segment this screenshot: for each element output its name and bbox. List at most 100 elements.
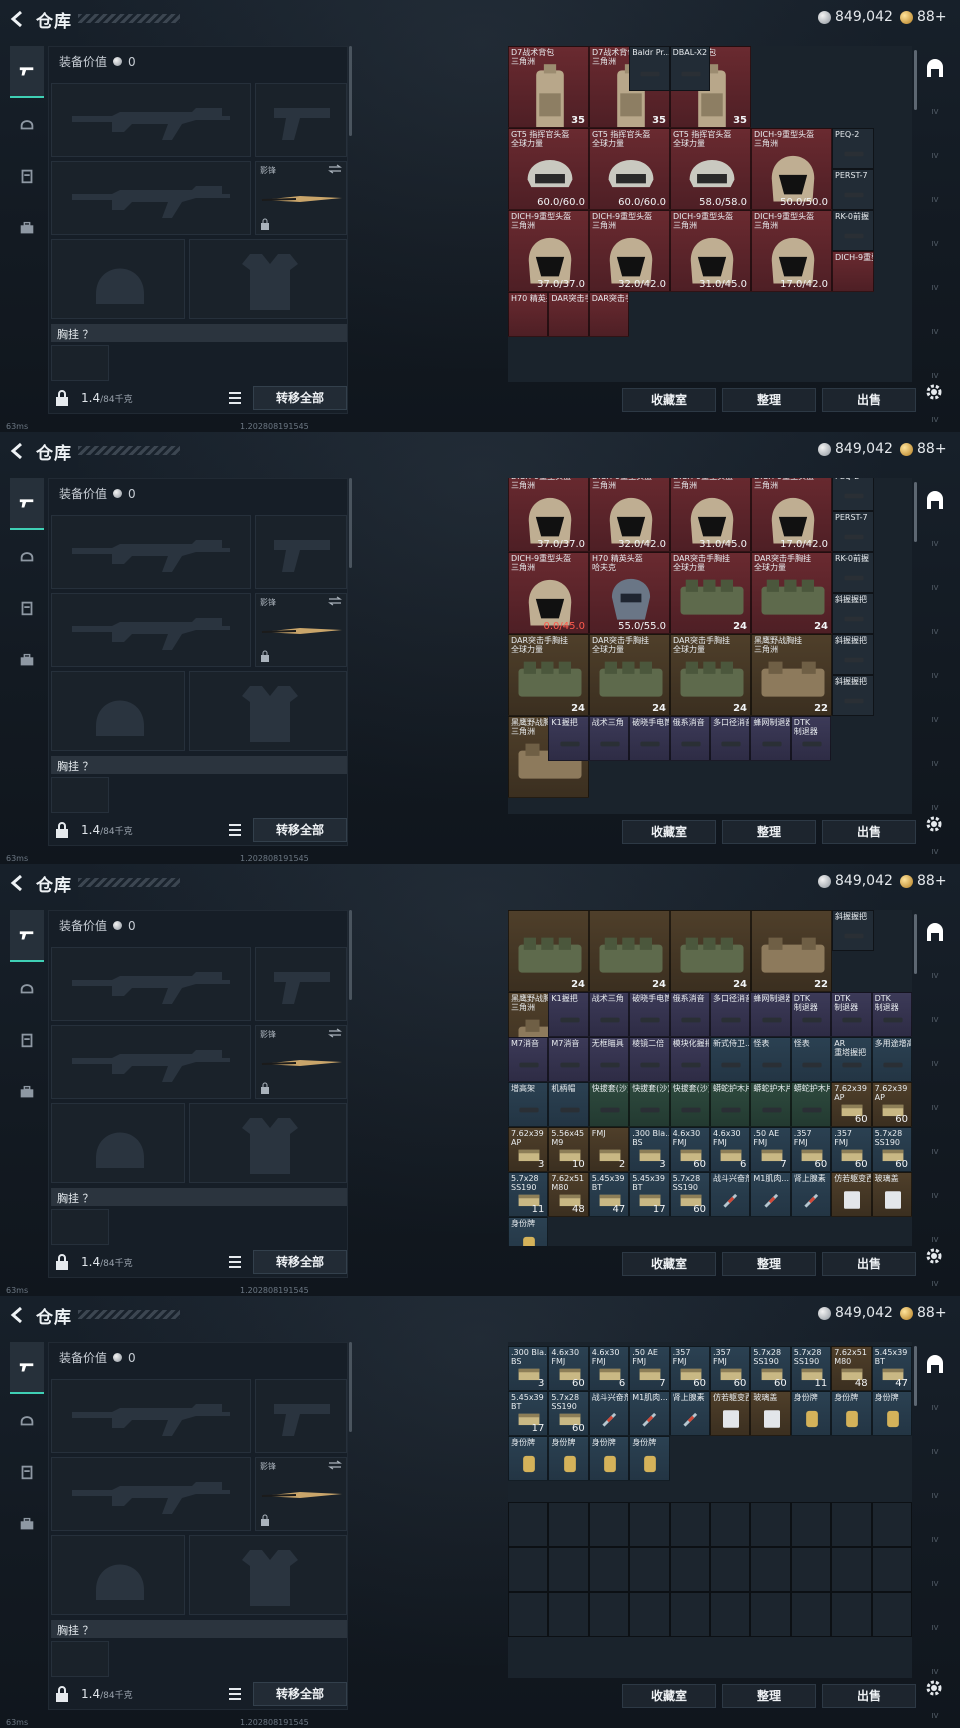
gear-icon[interactable] bbox=[924, 382, 944, 402]
stash-tab[interactable]: IV bbox=[920, 522, 950, 566]
loadout-scrollbar[interactable] bbox=[349, 910, 352, 1000]
stash-tab[interactable]: IV bbox=[920, 998, 950, 1042]
back-arrow-icon[interactable] bbox=[8, 873, 28, 893]
pistol-slot[interactable] bbox=[255, 1379, 347, 1453]
collection-room-button[interactable]: 收藏室 bbox=[622, 1684, 716, 1708]
stash-item[interactable]: M7消音 bbox=[548, 1037, 589, 1082]
stash-item[interactable]: 5.7x28 SS190 60 bbox=[871, 1127, 912, 1172]
stash-item[interactable]: 玻璃盖 bbox=[750, 1391, 791, 1436]
helmet-slot[interactable] bbox=[51, 1535, 185, 1615]
stash-item[interactable]: DICH-9重型头盔 三角洲 31.0/45.0 bbox=[670, 478, 751, 552]
tab-backpack[interactable] bbox=[10, 1066, 44, 1118]
stash-tab[interactable]: IV bbox=[920, 90, 950, 134]
stash-item[interactable]: DICH-9重型头盔 三角洲 0.0/45.0 bbox=[508, 552, 589, 634]
stash-tab[interactable]: IV bbox=[920, 654, 950, 698]
empty-slot[interactable] bbox=[831, 1592, 872, 1637]
stash-item[interactable]: 22 bbox=[751, 910, 832, 992]
stash-item[interactable]: K1握把 bbox=[548, 992, 589, 1037]
stash-item[interactable]: 快拔套(沙) bbox=[588, 1082, 630, 1127]
stash-item[interactable]: 快拔套(沙) bbox=[669, 1082, 710, 1127]
stash-item[interactable]: 破晓手电筒 bbox=[629, 992, 670, 1037]
stash-item[interactable]: D7战术背包 三角洲 35 bbox=[508, 46, 589, 128]
stash-item[interactable]: 5.7x28 SS190 60 bbox=[669, 1172, 710, 1217]
sell-button[interactable]: 出售 bbox=[822, 820, 916, 844]
melee-slot[interactable]: 影锋 bbox=[255, 1457, 347, 1531]
empty-slot[interactable] bbox=[750, 1502, 791, 1547]
stash-item[interactable]: 棱镜二倍 bbox=[629, 1037, 670, 1082]
loadout-scrollbar[interactable] bbox=[349, 478, 352, 568]
stash-item[interactable]: 俄系消音 bbox=[669, 992, 710, 1037]
stash-tab[interactable]: IV bbox=[920, 1386, 950, 1430]
stash-item[interactable]: .357 FMJ 60 bbox=[831, 1127, 872, 1172]
stash-tab[interactable]: IV bbox=[920, 1606, 950, 1650]
stash-item[interactable]: DTK 制退器 bbox=[790, 992, 832, 1037]
stash-item[interactable]: DTK 制退器 bbox=[831, 992, 872, 1037]
tab-all-stash[interactable] bbox=[920, 46, 950, 90]
stash-item[interactable]: 增高架 bbox=[508, 1082, 549, 1127]
stash-item[interactable]: AR 重塔握把 bbox=[831, 1037, 872, 1082]
stash-item[interactable]: 7.62x51 M80 48 bbox=[831, 1346, 872, 1391]
empty-slot[interactable] bbox=[508, 1592, 549, 1637]
stash-item[interactable]: 肾上腺素 bbox=[790, 1172, 832, 1217]
chest-rig-header[interactable]: 胸挂 ？ bbox=[51, 1188, 347, 1206]
stash-item[interactable]: 怪表 bbox=[790, 1037, 832, 1082]
stash-item[interactable]: 7.62x39 AP 3 bbox=[508, 1127, 549, 1172]
stash-item[interactable]: .50 AE FMJ 7 bbox=[750, 1127, 791, 1172]
tab-backpack[interactable] bbox=[10, 202, 44, 254]
stash-item[interactable]: 多口径消音 bbox=[710, 992, 751, 1037]
chest-rig-header[interactable]: 胸挂 ？ bbox=[51, 324, 347, 342]
pistol-slot[interactable] bbox=[255, 83, 347, 157]
gold-currency[interactable]: 88+ bbox=[900, 441, 947, 457]
stash-item[interactable]: 身份牌 bbox=[588, 1436, 630, 1481]
stash-item[interactable]: DICH-9重型头盔 bbox=[832, 251, 874, 292]
loadout-scrollbar[interactable] bbox=[349, 1342, 352, 1432]
tab-armor[interactable] bbox=[10, 962, 44, 1014]
stash-item[interactable]: .357 FMJ 60 bbox=[669, 1346, 710, 1391]
stash-item[interactable]: 怪表 bbox=[750, 1037, 791, 1082]
stash-item[interactable]: DAR突击手胸挂 bbox=[548, 292, 589, 337]
stash-tab[interactable]: IV bbox=[920, 566, 950, 610]
stash-item[interactable]: 新式侍卫... bbox=[710, 1037, 751, 1082]
stash-scrollbar[interactable] bbox=[914, 482, 917, 542]
empty-slot[interactable] bbox=[669, 1502, 710, 1547]
sort-button[interactable]: 整理 bbox=[722, 820, 816, 844]
armor-slot[interactable] bbox=[189, 1535, 347, 1615]
stash-tab[interactable]: IV bbox=[920, 698, 950, 742]
stash-item[interactable]: DTK 制退器 bbox=[790, 716, 832, 761]
armor-slot[interactable] bbox=[189, 239, 347, 319]
stash-item[interactable]: 24 bbox=[670, 910, 751, 992]
stash-item[interactable]: 黑鹰野战胸挂 三角洲 22 bbox=[751, 634, 832, 716]
swap-icon[interactable] bbox=[328, 1460, 342, 1470]
stash-item[interactable]: .300 Bla... BS 3 bbox=[508, 1346, 549, 1391]
stash-item[interactable]: PEQ-2 bbox=[832, 128, 874, 169]
stash-item[interactable]: 破晓手电筒 bbox=[629, 716, 670, 761]
empty-slot[interactable] bbox=[831, 1502, 872, 1547]
stash-tab[interactable]: IV bbox=[920, 1262, 950, 1296]
stash-item[interactable]: 斜握握把 bbox=[832, 634, 874, 675]
back-arrow-icon[interactable] bbox=[8, 9, 28, 29]
gear-icon[interactable] bbox=[924, 1678, 944, 1698]
stash-item[interactable]: 24 bbox=[508, 910, 589, 992]
stash-item[interactable]: Baldr Pr... bbox=[629, 46, 670, 91]
stash-tab[interactable]: IV bbox=[920, 1174, 950, 1218]
stash-item[interactable]: 5.7x28 SS190 11 bbox=[508, 1172, 549, 1217]
stash-item[interactable]: 5.7x28 SS190 60 bbox=[548, 1391, 589, 1436]
stash-item[interactable]: 7.62x51 M80 48 bbox=[548, 1172, 589, 1217]
stash-item[interactable]: 4.6x30 FMJ 60 bbox=[548, 1346, 589, 1391]
transfer-all-button[interactable]: 转移全部 bbox=[253, 818, 347, 842]
empty-slot[interactable] bbox=[710, 1592, 751, 1637]
empty-slot[interactable] bbox=[588, 1592, 630, 1637]
secondary-weapon-slot[interactable] bbox=[51, 593, 251, 667]
gear-icon[interactable] bbox=[924, 1246, 944, 1266]
stash-item[interactable]: .357 FMJ 60 bbox=[790, 1127, 832, 1172]
swap-icon[interactable] bbox=[328, 596, 342, 606]
stash-item[interactable]: RK-0前握 bbox=[832, 552, 874, 593]
stash-item[interactable]: 战术三角 bbox=[588, 716, 630, 761]
chest-rig-slot[interactable] bbox=[51, 345, 109, 381]
pistol-slot[interactable] bbox=[255, 515, 347, 589]
tab-weapons[interactable] bbox=[10, 1342, 44, 1394]
stash-item[interactable]: H70 精英头盔 哈夫克 55.0/55.0 bbox=[589, 552, 670, 634]
helmet-slot[interactable] bbox=[51, 671, 185, 751]
sell-button[interactable]: 出售 bbox=[822, 388, 916, 412]
back-arrow-icon[interactable] bbox=[8, 1305, 28, 1325]
